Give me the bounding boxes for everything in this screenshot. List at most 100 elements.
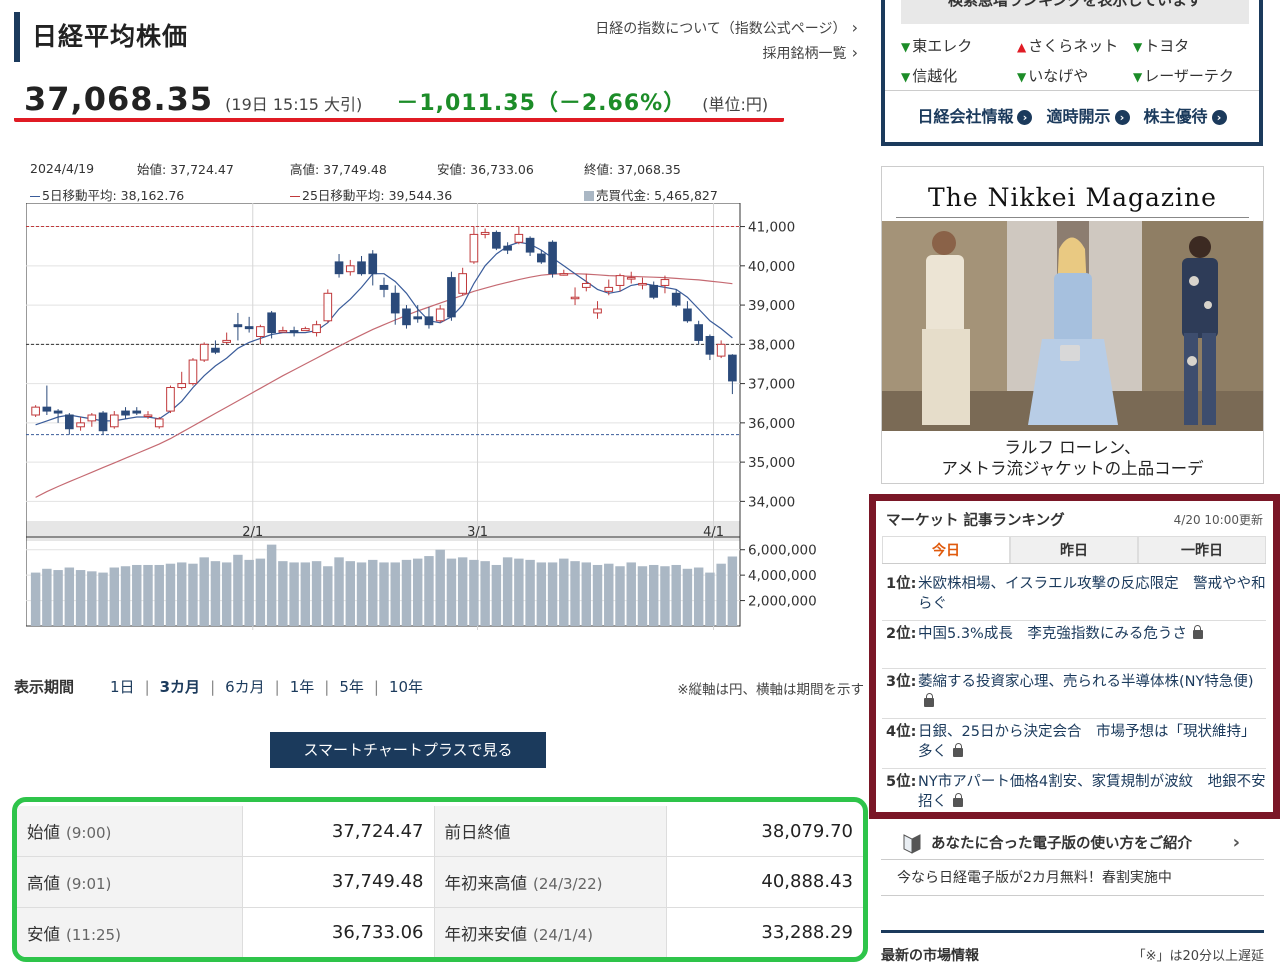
volume-bar [132, 564, 142, 626]
volume-bar [457, 557, 468, 626]
volume-bar [581, 562, 592, 626]
price-chart[interactable]: 41,000 40,000 39,000 38,000 37,000 36,000 35,0… [25, 202, 826, 633]
volume-bar [244, 559, 254, 626]
volume-bar [64, 567, 75, 626]
arrow-circle-icon: › [1211, 109, 1227, 125]
volume-bar [334, 557, 344, 626]
volume-bar [368, 559, 378, 626]
components-link[interactable]: 採用銘柄一覧 [595, 41, 858, 66]
stat-low-label: 安値 [27, 924, 60, 944]
search-rank-item[interactable]: ▼ 東エレク [901, 35, 972, 56]
search-rank-item[interactable]: ▲ さくらネット [1017, 35, 1118, 56]
volume-bar [356, 562, 367, 626]
price-unit: (単位:円) [702, 95, 769, 114]
legend-high: 高値: 37,749.48 [290, 161, 387, 177]
lock-icon [1192, 625, 1203, 639]
arrow-circle-icon: › [1114, 109, 1130, 125]
candle-body [514, 233, 524, 243]
rank-number: 1位: [886, 576, 917, 592]
candle-body [132, 410, 142, 414]
guide-promo[interactable]: 今なら日経電子版が2カ月無料！春割実施中 [881, 860, 1264, 896]
guide-link[interactable]: あなたに合った電子版の使い方をご紹介 › [881, 826, 1264, 860]
search-rank-item[interactable]: ▼ いなげや [1017, 65, 1088, 86]
candle-body [458, 273, 467, 294]
volume-swatch [584, 191, 594, 201]
rank-number: 5位: [886, 774, 917, 790]
period-1y[interactable]: 1年 [280, 676, 325, 697]
volume-bar [75, 570, 86, 626]
chart-legend: 2024/4/19 始値: 37,724.47 高値: 37,749.48 安値… [30, 155, 750, 207]
page-title: 日経平均株価 [32, 22, 189, 51]
candle-body [413, 316, 423, 320]
list-item[interactable]: 5位: NY市アパート価格4割安、家賃規制が波紋 地銀不安招く [882, 769, 1266, 818]
list-item[interactable]: 4位: 日銀、25日から決定会合 市場予想は「現状維持」多く [882, 719, 1266, 769]
volume-bar [53, 570, 63, 626]
candle-body [447, 277, 456, 318]
y-tick-label: 40,000 [748, 259, 795, 275]
tab-day-before[interactable]: 一昨日 [1138, 536, 1266, 563]
candle-body [65, 414, 74, 430]
index-info-link[interactable]: 日経の指数について（指数公式ページ） [595, 16, 858, 41]
volume-bar [716, 563, 726, 626]
article-title: NY市アパート価格4割安、家賃規制が波紋 地銀不安招く [918, 774, 1266, 810]
list-item[interactable]: 2位: 中国5.3%成長 李克強指数にみる危うさ [882, 621, 1266, 669]
volume-bar [671, 564, 681, 626]
candle-body [435, 308, 445, 322]
search-rank-item[interactable]: ▼ トヨタ [1133, 35, 1189, 56]
period-10y[interactable]: 10年 [379, 676, 433, 697]
candle-body [31, 406, 40, 416]
candle-body [199, 343, 209, 361]
table-row: 安値 (11:25) 36,733.06 年初来安値 (24/1/4) 33,288… [17, 906, 863, 957]
magazine-caption: ラルフ ローレン、 アメトラ流ジャケットの上品コーデ [941, 438, 1204, 478]
list-item[interactable]: 3位: 萎縮する投資家心理、売られる半導体株(NY特急便) [882, 669, 1266, 719]
candle-body [604, 286, 614, 292]
candle-body [581, 282, 591, 288]
tab-today[interactable]: 今日 [882, 536, 1010, 563]
up-arrow-icon: ▲ [1017, 40, 1027, 54]
stat-ytd-low-label: 年初来安値 [444, 924, 528, 944]
candle-body [492, 231, 501, 249]
volume-bar [165, 563, 176, 626]
shareholder-benefit-link[interactable]: 株主優待 › [1144, 103, 1227, 127]
legend-close: 終値: 37,068.35 [584, 161, 681, 177]
stat-high-value: 37,749.48 [241, 856, 435, 907]
company-info-link[interactable]: 日経会社情報 › [917, 103, 1033, 127]
period-3m[interactable]: 3カ月 [150, 676, 210, 697]
beginner-mark-icon [903, 833, 921, 854]
stat-open-label: 始値 [27, 823, 60, 842]
period-selector: 表示期間 1日 | 3カ月 | 6カ月 | 1年 | 5年 | 10年 [14, 676, 433, 697]
tab-yesterday[interactable]: 昨日 [1010, 536, 1138, 563]
list-item[interactable]: 1位: 米欧株相場、イスラエル攻撃の反応限定 警戒やや和らぐ [882, 571, 1266, 621]
legend-ma5: 5日移動平均: 38,162.76 [42, 187, 185, 203]
guide-title: あなたに合った電子版の使い方をご紹介 [931, 836, 1192, 852]
disclosure-link[interactable]: 適時開示 › [1046, 103, 1130, 127]
volume-tick-label: 2,000,000 [748, 594, 817, 610]
candle-body [626, 277, 636, 280]
search-rank-item[interactable]: ▼ 信越化 [901, 65, 957, 86]
volume-bar [221, 562, 232, 626]
volume-bar [401, 559, 412, 626]
nikkei-magazine-promo[interactable]: The Nikkei Magazine ラルフ ローレン、 アメトラ流ジャケット… [881, 166, 1264, 484]
volume-bar [30, 572, 41, 626]
candle-body [154, 418, 164, 428]
smart-chart-button[interactable]: スマートチャートプラスで見る [270, 732, 546, 768]
volume-bar [660, 566, 670, 626]
candle-body [143, 414, 153, 417]
stat-high-label: 高値 [27, 873, 60, 893]
candle-body [638, 282, 647, 286]
article-title: 萎縮する投資家心理、売られる半導体株(NY特急便) [918, 672, 1266, 712]
volume-bar [266, 544, 277, 626]
header-links: 日経の指数について（指数公式ページ） 採用銘柄一覧 [595, 16, 858, 66]
stat-ytd-low-date: (24/1/4) [533, 925, 593, 944]
candle-body [728, 354, 737, 382]
volume-bar [469, 559, 479, 626]
date-band [26, 521, 740, 541]
candle-body [76, 422, 85, 428]
period-1d[interactable]: 1日 [100, 676, 145, 697]
period-6m[interactable]: 6カ月 [215, 676, 275, 697]
legend-volume: 売買代金: 5,465,827 [596, 187, 718, 203]
search-rank-item[interactable]: ▼ レーザーテク [1133, 65, 1234, 86]
period-5y[interactable]: 5年 [329, 676, 374, 697]
y-tick-label: 41,000 [748, 220, 795, 236]
volume-bar [120, 566, 131, 626]
